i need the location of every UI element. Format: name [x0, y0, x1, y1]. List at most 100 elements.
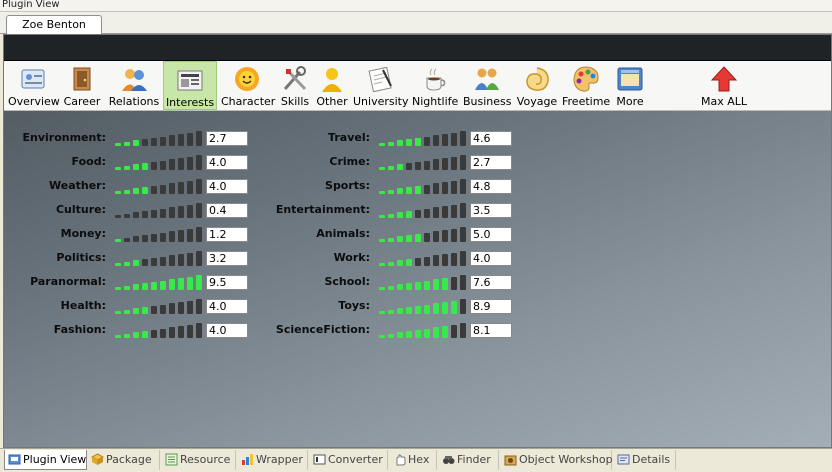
toolbar-interests-button[interactable]: Interests	[163, 61, 217, 110]
interest-level-segment	[442, 253, 448, 266]
interest-value-field[interactable]: 7.6	[470, 275, 512, 290]
interest-level-segment	[406, 211, 412, 218]
relations-icon	[122, 69, 147, 91]
toolbar-business-button[interactable]: Business	[463, 61, 512, 110]
converter-icon	[313, 454, 326, 465]
interest-row-school: School: 7.6	[4, 275, 831, 293]
interest-level-segment	[388, 333, 394, 338]
toolbar-skills-button[interactable]: Skills	[278, 61, 312, 110]
toolbar-voyage-button[interactable]: Voyage	[515, 61, 559, 110]
interest-level-segment	[451, 252, 457, 266]
voyage-icon	[526, 67, 549, 91]
interest-level-segment	[433, 207, 439, 218]
tab-details[interactable]: Details	[614, 450, 676, 470]
tab-resource[interactable]: Resource	[162, 450, 236, 470]
interest-value-field[interactable]: 3.5	[470, 203, 512, 218]
interest-level-bar[interactable]	[379, 275, 469, 291]
interest-level-segment	[424, 328, 430, 338]
toolbar-more-button[interactable]: More	[613, 61, 647, 110]
interest-value-field[interactable]: 4.6	[470, 131, 512, 146]
toolbar-nightlife-button[interactable]: Nightlife	[412, 61, 458, 110]
business-icon	[475, 68, 499, 90]
plugin-panel: Overview Career Relations Interests Char…	[3, 34, 832, 448]
interest-level-segment	[433, 183, 439, 194]
tab-hex[interactable]: Hex	[390, 450, 437, 470]
interest-level-segment	[397, 260, 403, 266]
interest-level-segment	[379, 167, 385, 170]
interest-level-segment	[397, 284, 403, 290]
interest-level-segment	[442, 301, 448, 314]
interest-level-bar[interactable]	[379, 299, 469, 315]
interest-level-segment	[415, 329, 421, 338]
interests-grid: Environment: 2.7 Food: 4.0 Weather: 4.0 Cultur…	[4, 111, 831, 448]
interest-row-toys: Toys: 8.9	[4, 299, 831, 317]
interest-level-segment	[406, 139, 412, 146]
toolbar-overview-button[interactable]: Overview	[8, 61, 60, 110]
interest-level-bar[interactable]	[379, 203, 469, 219]
interest-value-field[interactable]: 2.7	[470, 155, 512, 170]
interest-label: Work:	[333, 251, 370, 264]
interest-level-segment	[460, 299, 466, 314]
interest-level-segment	[442, 229, 448, 242]
interest-row-travel: Travel: 4.6	[4, 131, 831, 149]
tab-converter[interactable]: Converter	[310, 450, 388, 470]
interest-level-segment	[379, 239, 385, 242]
interest-row-sports: Sports: 4.8	[4, 179, 831, 197]
tab-plugin-view[interactable]: Plugin View	[4, 450, 87, 470]
interest-level-bar[interactable]	[379, 131, 469, 147]
interest-level-segment	[397, 332, 403, 338]
finder-icon	[443, 456, 455, 464]
interest-level-segment	[442, 325, 448, 338]
interest-value-field[interactable]: 4.0	[470, 251, 512, 266]
toolbar-freetime-button[interactable]: Freetime	[562, 61, 610, 110]
interest-level-segment	[406, 307, 412, 314]
interest-level-segment	[424, 232, 430, 242]
toolbar-character-button[interactable]: Character	[221, 61, 275, 110]
interest-level-segment	[451, 132, 457, 146]
interest-row-entertainment: Entertainment: 3.5	[4, 203, 831, 221]
interest-level-segment	[424, 160, 430, 170]
interest-value-field[interactable]: 8.1	[470, 323, 512, 338]
toolbar-max-all-button[interactable]: Max ALL	[698, 61, 750, 110]
interest-level-bar[interactable]	[379, 323, 469, 339]
interest-level-segment	[388, 285, 394, 290]
interest-level-segment	[415, 137, 421, 146]
interest-label: Animals:	[316, 227, 370, 240]
interest-row-sciencefiction: ScienceFiction: 8.1	[4, 323, 831, 341]
hex-icon	[396, 454, 406, 466]
interest-level-bar[interactable]	[379, 179, 469, 195]
interest-level-segment	[460, 155, 466, 170]
bottom-tab-bar: Plugin View Package Resource Wrapper Con…	[0, 448, 832, 472]
document-tab-zoe-benton[interactable]: Zoe Benton	[6, 15, 102, 34]
interest-level-segment	[460, 275, 466, 290]
interest-level-bar[interactable]	[379, 155, 469, 171]
toolbar-relations-button[interactable]: Relations	[107, 61, 161, 110]
interest-value-field[interactable]: 8.9	[470, 299, 512, 314]
interest-level-segment	[424, 304, 430, 314]
interest-level-bar[interactable]	[379, 227, 469, 243]
tab-object-workshop[interactable]: Object Workshop	[501, 450, 613, 470]
tab-finder[interactable]: Finder	[439, 450, 499, 470]
university-icon	[368, 66, 392, 93]
interest-level-segment	[433, 327, 439, 338]
interest-value-field[interactable]: 5.0	[470, 227, 512, 242]
interest-value-field[interactable]: 4.8	[470, 179, 512, 194]
interest-level-segment	[424, 184, 430, 194]
interest-level-segment	[451, 276, 457, 290]
toolbar-other-button[interactable]: Other	[315, 61, 349, 110]
nightlife-icon	[426, 68, 446, 91]
interest-level-segment	[442, 205, 448, 218]
toolbar-career-button[interactable]: Career	[62, 61, 102, 110]
tab-wrapper[interactable]: Wrapper	[238, 450, 308, 470]
interest-level-segment	[379, 287, 385, 290]
interest-level-segment	[424, 208, 430, 218]
interest-level-segment	[388, 213, 394, 218]
tab-package[interactable]: Package	[88, 450, 160, 470]
interest-label: ScienceFiction:	[275, 323, 370, 336]
header-bar	[4, 35, 831, 61]
interest-level-bar[interactable]	[379, 251, 469, 267]
toolbar-university-button[interactable]: University	[353, 61, 409, 110]
interest-level-segment	[460, 323, 466, 338]
interest-level-segment	[415, 281, 421, 290]
interest-level-segment	[406, 259, 412, 266]
